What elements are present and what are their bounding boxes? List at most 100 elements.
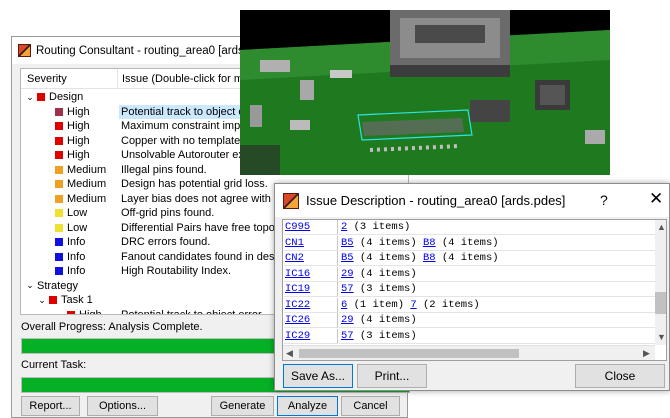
severity-label: Low [67,221,88,234]
scroll-left-icon[interactable]: ◀ [286,348,293,359]
item-count: (3 items) [353,221,411,233]
severity-color-icon [55,151,63,160]
ref-link[interactable]: IC16 [285,268,310,280]
pin-link[interactable]: B5 [341,252,354,264]
vertical-scroll-thumb[interactable] [655,292,666,314]
generate-button[interactable]: Generate [211,396,274,416]
severity-cell: ⌄ Task 1 [21,294,93,306]
pin-link[interactable]: 57 [341,283,354,295]
pin-link[interactable]: B8 [423,252,436,264]
pins-cell: 57 (3 items) [339,282,655,297]
severity-label: Info [67,250,86,263]
ref-link[interactable]: IC26 [285,314,310,326]
severity-cell: Medium [21,178,106,190]
current-task-label: Current Task: [21,359,87,371]
cancel-button[interactable]: Cancel [341,396,400,416]
ref-link[interactable]: IC19 [285,283,310,295]
item-count: (4 items) [359,236,417,249]
ref-link[interactable]: CN1 [285,237,304,249]
severity-label: High [79,308,102,315]
analyze-button[interactable]: Analyze [277,396,338,416]
table-row: IC19 57 (3 items) [283,282,655,297]
ref-cell: IC29 [284,328,338,344]
table-row: IC22 6 (1 item) 7 (2 items) [283,297,655,313]
severity-color-icon [55,252,63,261]
severity-color-icon [37,93,45,102]
severity-cell: High [21,106,90,118]
app-icon [283,192,299,209]
pin-link[interactable]: 6 [341,299,347,311]
scroll-right-icon[interactable]: ▶ [643,348,650,359]
severity-label: Info [67,236,86,249]
item-count: (4 items) [359,267,417,280]
print-button[interactable]: Print... [357,364,427,388]
close-button[interactable]: Close [575,364,665,388]
severity-color-icon [55,136,63,145]
pin-link[interactable]: B5 [341,237,354,249]
ref-cell: CN1 [284,235,338,251]
ref-link[interactable]: IC22 [285,299,310,311]
table-row: IC16 29 (4 items) [283,266,655,282]
pins-cell: B5 (4 items) B8 (4 items) [339,236,655,251]
issue-description-dialog: Issue Description - routing_area0 [ards.… [274,183,670,391]
issue-dialog-title: Issue Description - routing_area0 [ards.… [306,193,566,208]
vertical-scrollbar[interactable]: ▲ ▼ [655,220,666,345]
severity-cell: High [21,135,90,147]
severity-cell: Low [21,207,87,219]
overall-progress-label: Overall Progress: Analysis Complete. [21,321,203,333]
ref-cell: IC19 [284,282,338,297]
ref-link[interactable]: CN2 [285,252,304,264]
severity-cell: High [21,308,102,315]
severity-cell: High [21,120,90,132]
severity-color-icon [55,238,63,247]
pins-cell: 29 (4 items) [339,267,655,282]
scroll-up-icon[interactable]: ▲ [657,222,666,232]
save-as-button[interactable]: Save As... [283,364,353,388]
table-row: C995 2 (3 items) [283,220,655,235]
severity-color-icon [55,209,63,218]
item-count: (4 items) [441,252,499,264]
issue-items-table[interactable]: C995 2 (3 items) CN1 B5 (4 items) B8 (4 it… [282,219,667,361]
ref-cell: IC22 [284,297,338,313]
severity-label: Low [67,207,88,220]
pin-link[interactable]: 29 [341,314,354,326]
help-button[interactable]: ? [600,192,608,208]
horizontal-scrollbar[interactable]: ◀ ▶ [283,345,655,360]
ref-cell: IC26 [284,313,338,328]
table-row: IC26 29 (4 items) [283,313,655,328]
pin-link[interactable]: B8 [423,237,436,249]
ref-link[interactable]: IC29 [285,330,310,342]
severity-cell: ⌄ Strategy [21,280,78,292]
item-count: (2 items) [422,298,480,311]
options-button[interactable]: Options... [87,396,158,416]
report-button[interactable]: Report... [21,396,80,416]
severity-color-icon [55,194,63,203]
severity-cell: Info [21,236,85,248]
chevron-down-icon[interactable]: ⌄ [37,295,47,306]
pins-cell: 57 (3 items) [339,329,655,344]
item-count: (3 items) [359,329,417,342]
ref-link[interactable]: C995 [285,221,310,233]
severity-label: High [67,105,90,118]
horizontal-scroll-thumb[interactable] [299,349,519,358]
severity-label: Task 1 [61,294,93,307]
issue-dialog-titlebar[interactable]: Issue Description - routing_area0 [ards.… [275,184,669,217]
severity-column-header[interactable]: Severity [21,73,117,85]
chevron-down-icon[interactable]: ⌄ [25,92,35,103]
chevron-down-icon[interactable]: ⌄ [25,280,35,291]
pins-cell: 6 (1 item) 7 (2 items) [339,298,655,313]
item-count: (4 items) [359,252,417,264]
severity-label: Medium [67,163,107,176]
pin-link[interactable]: 57 [341,330,354,342]
pin-link[interactable]: 2 [341,221,347,233]
pin-link[interactable]: 29 [341,268,354,280]
ref-cell: C995 [284,220,338,235]
pin-link[interactable]: 7 [410,299,416,311]
severity-cell: High [21,149,90,161]
close-icon[interactable]: ✕ [649,189,663,209]
scroll-down-icon[interactable]: ▼ [657,332,666,342]
severity-cell: Medium [21,193,106,205]
pcb-3d-view[interactable] [240,10,610,175]
severity-color-icon [55,122,63,131]
severity-label: Medium [67,192,107,205]
